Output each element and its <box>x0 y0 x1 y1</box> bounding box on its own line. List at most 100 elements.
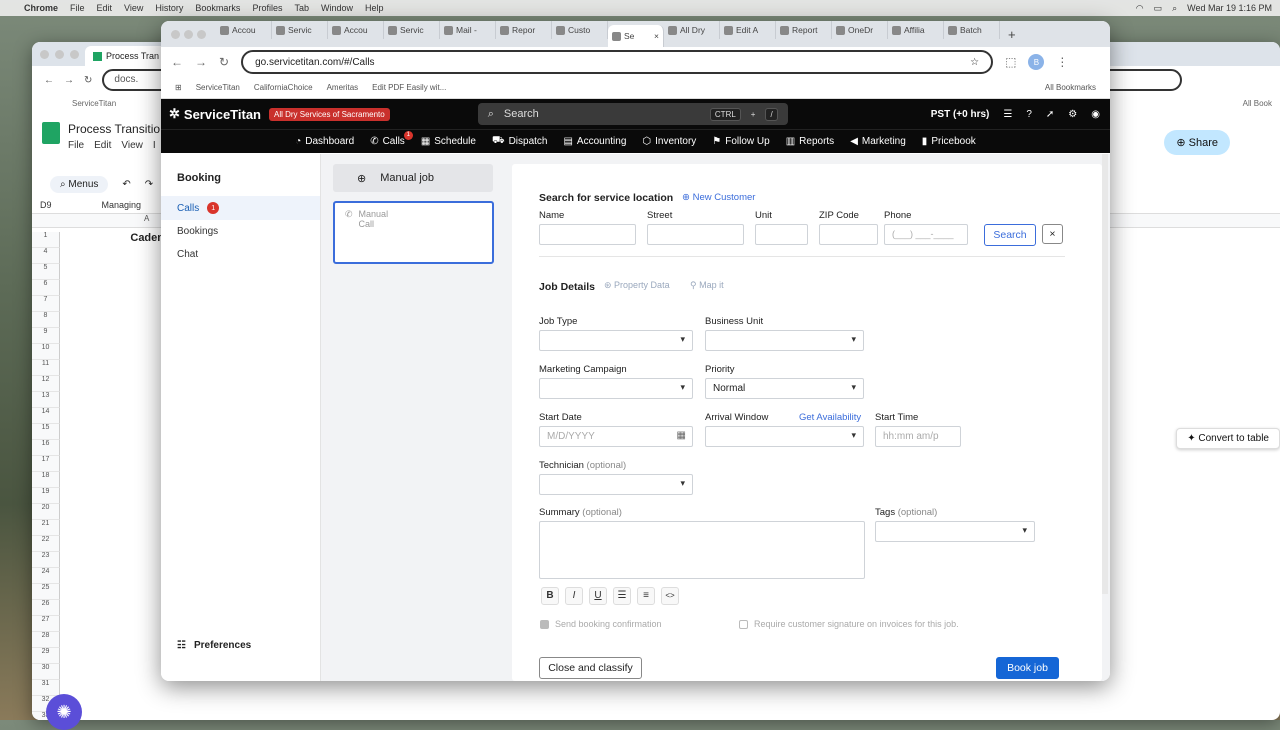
help-icon[interactable]: ? <box>1026 109 1032 120</box>
sheet-menu-file[interactable]: File <box>68 140 84 151</box>
timezone-label[interactable]: PST (+0 hrs) <box>931 109 990 120</box>
more-menu-icon[interactable]: ⋮ <box>1056 55 1068 69</box>
row-number[interactable]: 14 <box>32 408 60 424</box>
menu-file[interactable]: File <box>70 3 85 13</box>
battery-icon[interactable]: ▭ <box>1154 3 1163 14</box>
reload-icon[interactable]: ↻ <box>219 55 229 69</box>
bullet-list-button[interactable]: ☰ <box>613 587 631 605</box>
sheet-menu-insert[interactable]: I <box>153 140 156 151</box>
menu-profiles[interactable]: Profiles <box>252 3 282 13</box>
st-logo[interactable]: ✲ ServiceTitan <box>169 106 261 122</box>
underline-button[interactable]: U <box>589 587 607 605</box>
row-number[interactable]: 28 <box>32 632 60 648</box>
wifi-icon[interactable]: ◠ <box>1136 3 1144 14</box>
street-input[interactable] <box>647 224 744 245</box>
formula-content[interactable]: Managing <box>102 200 142 210</box>
back-arrow-icon[interactable]: ← <box>44 75 54 86</box>
menu-app[interactable]: Chrome <box>24 3 58 13</box>
call-card[interactable]: ✆ Manual Call <box>333 201 494 264</box>
browser-tab[interactable]: Se × <box>608 25 664 47</box>
row-number[interactable]: 15 <box>32 424 60 440</box>
apps-grid-icon[interactable]: ⊞ <box>175 83 182 92</box>
menu-view[interactable]: View <box>124 3 143 13</box>
campaign-select[interactable] <box>539 378 693 399</box>
bookmark-star-icon[interactable]: ☆ <box>970 57 979 68</box>
all-bookmarks[interactable]: All Bookmarks <box>1045 83 1096 92</box>
priority-select[interactable]: Normal <box>705 378 864 399</box>
clear-button[interactable]: × <box>1042 224 1063 244</box>
menu-history[interactable]: History <box>155 3 183 13</box>
row-number[interactable]: 6 <box>32 280 60 296</box>
row-number[interactable]: 4 <box>32 248 60 264</box>
nav-reports[interactable]: ▥ Reports <box>786 136 834 147</box>
row-number[interactable]: 18 <box>32 472 60 488</box>
sheet-menu-view[interactable]: View <box>121 140 143 151</box>
convert-to-table-button[interactable]: ✦ Convert to table <box>1176 428 1280 449</box>
menu-help[interactable]: Help <box>365 3 384 13</box>
back-arrow-icon[interactable]: ← <box>171 55 183 69</box>
row-number[interactable]: 27 <box>32 616 60 632</box>
browser-tab[interactable]: Servic <box>384 21 440 39</box>
menu-window[interactable]: Window <box>321 3 353 13</box>
row-number[interactable]: 9 <box>32 328 60 344</box>
url-field[interactable]: go.servicetitan.com/#/Calls ☆ <box>241 50 994 74</box>
name-input[interactable] <box>539 224 636 245</box>
close-tab-icon[interactable]: × <box>654 31 659 41</box>
close-and-classify-button[interactable]: Close and classify <box>539 657 642 679</box>
row-number[interactable]: 13 <box>32 392 60 408</box>
map-it-link[interactable]: ⚲ Map it <box>690 280 724 291</box>
cell-a1[interactable]: Caden <box>60 232 170 248</box>
browser-tab[interactable]: Batch <box>944 21 1000 39</box>
row-number[interactable]: 17 <box>32 456 60 472</box>
new-customer-link[interactable]: ⊕ New Customer <box>682 192 755 203</box>
row-number[interactable]: 31 <box>32 680 60 696</box>
browser-tab[interactable]: OneDr <box>832 21 888 39</box>
row-number[interactable]: 19 <box>32 488 60 504</box>
nav-dispatch[interactable]: ⛟ Dispatch <box>492 135 548 148</box>
browser-tab[interactable]: Repor <box>496 21 552 39</box>
zip-input[interactable] <box>819 224 878 245</box>
nav-follow-up[interactable]: ⚑ Follow Up <box>712 136 769 147</box>
nav-accounting[interactable]: ▤ Accounting <box>563 136 626 147</box>
browser-tab[interactable]: Affilia <box>888 21 944 39</box>
bookmark-servicetitan[interactable]: ServiceTitan <box>196 83 240 92</box>
undo-icon[interactable]: ↶ <box>122 179 130 190</box>
row-number[interactable]: 25 <box>32 584 60 600</box>
forward-arrow-icon[interactable]: → <box>64 75 74 86</box>
forward-arrow-icon[interactable]: → <box>195 55 207 69</box>
browser-tab[interactable]: Servic <box>272 21 328 39</box>
row-number[interactable]: 26 <box>32 600 60 616</box>
browser-tab[interactable]: Edit A <box>720 21 776 39</box>
start-date-input[interactable]: M/D/YYYY ▦ <box>539 426 693 447</box>
row-number[interactable]: 24 <box>32 568 60 584</box>
minimize-dot[interactable] <box>184 29 193 39</box>
row-number[interactable]: 16 <box>32 440 60 456</box>
sidebar-item-bookings[interactable]: Bookings <box>161 220 320 243</box>
sheet-menu-edit[interactable]: Edit <box>94 140 111 151</box>
close-dot[interactable] <box>171 29 180 39</box>
row-number[interactable]: 23 <box>32 552 60 568</box>
user-icon[interactable]: ◉ <box>1091 109 1100 120</box>
sidebar-item-chat[interactable]: Chat <box>161 243 320 266</box>
browser-tab[interactable]: Mail - <box>440 21 496 39</box>
start-time-input[interactable]: hh:mm am/p <box>875 426 961 447</box>
rocket-icon[interactable]: ➚ <box>1046 109 1054 120</box>
arrival-window-select[interactable] <box>705 426 864 447</box>
assistant-bubble-icon[interactable]: ✺ <box>46 694 82 730</box>
business-unit-select[interactable] <box>705 330 864 351</box>
row-number[interactable]: 30 <box>32 664 60 680</box>
doc-title[interactable]: Process Transitio <box>68 122 160 136</box>
row-number[interactable]: 21 <box>32 520 60 536</box>
row-number[interactable]: 12 <box>32 376 60 392</box>
italic-button[interactable]: I <box>565 587 583 605</box>
st-search-input[interactable]: ⌕ Search CTRL + / <box>477 103 788 125</box>
search-button[interactable]: Search <box>984 224 1036 246</box>
nav-pricebook[interactable]: ▮ Pricebook <box>922 136 976 147</box>
nav-schedule[interactable]: ▦ Schedule <box>421 136 476 147</box>
extensions-icon[interactable]: ⬚ <box>1005 55 1016 69</box>
minimize-dot[interactable] <box>55 49 64 59</box>
code-button[interactable]: <> <box>661 587 679 605</box>
menu-tab[interactable]: Tab <box>294 3 309 13</box>
menubar-clock[interactable]: Wed Mar 19 1:16 PM <box>1187 3 1272 13</box>
preferences-link[interactable]: ☷ Preferences <box>177 640 251 651</box>
